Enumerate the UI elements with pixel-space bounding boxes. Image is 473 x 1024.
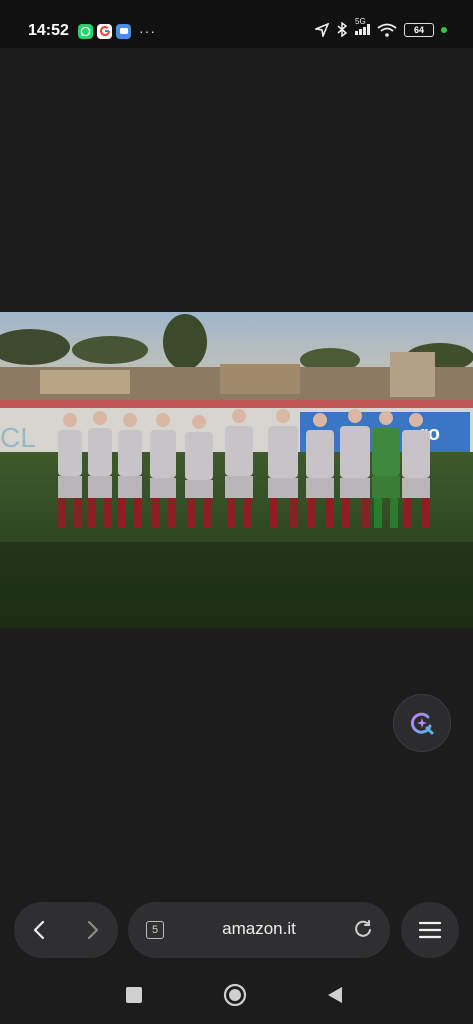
wifi-icon xyxy=(377,23,397,37)
menu-button[interactable] xyxy=(401,902,459,958)
notification-icons: ··· xyxy=(78,23,156,39)
wall-banner-left-text: CL xyxy=(0,422,36,453)
status-bar: 14:52 ··· 5G 64 xyxy=(0,0,473,48)
home-button[interactable] xyxy=(223,983,247,1012)
location-icon xyxy=(315,22,329,37)
signal-icon: 5G xyxy=(355,17,370,35)
back-button[interactable] xyxy=(29,919,51,941)
hamburger-menu-icon xyxy=(419,921,441,939)
team-photo[interactable]: CL ro xyxy=(0,312,473,628)
system-back-button[interactable] xyxy=(326,986,344,1009)
chevron-right-icon xyxy=(87,920,99,940)
history-navigation xyxy=(14,902,118,958)
google-icon xyxy=(97,23,112,39)
bluetooth-icon xyxy=(337,22,348,37)
system-navigation-bar xyxy=(0,966,473,1024)
forward-button[interactable] xyxy=(81,919,103,941)
more-notifications-indicator: ··· xyxy=(139,23,156,39)
reload-icon xyxy=(355,920,371,937)
battery-indicator: 64 xyxy=(404,22,434,37)
system-icons: 5G 64 xyxy=(315,17,447,37)
messages-icon xyxy=(116,23,131,39)
reload-button[interactable] xyxy=(352,918,374,945)
visual-search-icon xyxy=(410,712,434,735)
whatsapp-icon xyxy=(78,23,93,39)
triangle-back-icon xyxy=(328,987,342,1003)
url-text[interactable]: amazon.it xyxy=(128,919,390,939)
privacy-dot xyxy=(441,26,447,33)
recents-button[interactable] xyxy=(126,987,142,1003)
circle-icon xyxy=(223,983,247,1007)
address-bar[interactable]: 5 amazon.it xyxy=(128,902,390,958)
network-type: 5G xyxy=(355,17,366,26)
visual-search-button[interactable] xyxy=(393,694,451,752)
clock: 14:52 xyxy=(28,22,69,39)
chevron-left-icon xyxy=(33,920,45,940)
